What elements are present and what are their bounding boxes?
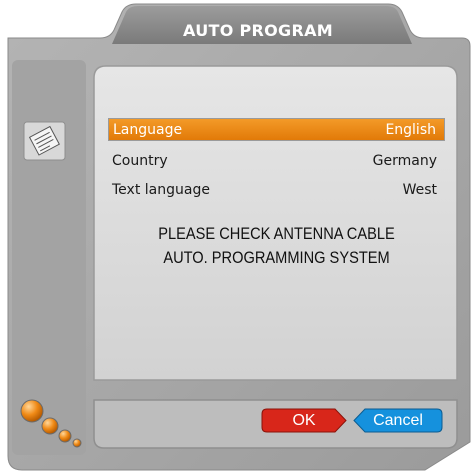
setting-value-language: English (385, 121, 436, 138)
dialog-title: AUTO PROGRAM (183, 21, 333, 40)
setting-row-country[interactable]: Country Germany (108, 149, 445, 172)
cancel-button-label: Cancel (373, 411, 423, 429)
cancel-button[interactable]: Cancel (353, 408, 443, 433)
setting-value-text-language: West (402, 181, 437, 198)
setting-label-text-language: Text language (112, 181, 210, 198)
setting-value-country: Germany (372, 152, 437, 169)
setting-label-language: Language (113, 121, 183, 138)
antenna-message: PLEASE CHECK ANTENNA CABLE (158, 224, 395, 243)
ok-button[interactable]: OK (261, 408, 347, 433)
checklist-document-icon (23, 121, 66, 161)
auto-program-dialog: AUTO PROGRAM Language English Country Ge… (0, 0, 474, 475)
programming-system-message: AUTO. PROGRAMMING SYSTEM (163, 248, 390, 267)
setting-label-country: Country (112, 152, 168, 169)
setting-row-language[interactable]: Language English (108, 118, 445, 141)
orange-bubbles-icon (20, 399, 82, 448)
ok-button-label: OK (292, 411, 316, 429)
setting-row-text-language[interactable]: Text language West (108, 178, 445, 201)
